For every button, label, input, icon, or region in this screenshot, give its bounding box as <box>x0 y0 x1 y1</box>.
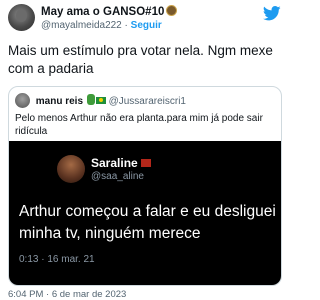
author-name-line[interactable]: May ama o GANSO#10 <box>41 5 178 18</box>
quoted-avatar <box>15 93 30 108</box>
flag-emoji-icon <box>140 159 151 167</box>
brazil-flag-icon <box>95 97 106 104</box>
twitter-bird-icon[interactable] <box>263 6 281 21</box>
tweet-header: May ama o GANSO#10 @mayalmeida222 · Segu… <box>8 4 281 34</box>
author-avatar[interactable] <box>8 4 35 31</box>
media-text-line-1: Arthur começou a falar e eu desliguei <box>19 203 276 220</box>
author-handle-line: @mayalmeida222 · Seguir <box>41 20 162 31</box>
quoted-media[interactable]: Saraline @saa_aline Arthur começou a fal… <box>9 141 281 285</box>
quoted-header: manu reis @Jussarareiscri1 <box>15 93 186 108</box>
tweet-text: Mais um estímulo pra votar nela. Ngm mex… <box>8 43 273 76</box>
media-date: 0:13 · 16 mar. 21 <box>19 254 95 265</box>
media-text-line-2: minha tv, ninguém merece <box>19 225 201 242</box>
quoted-handle: @Jussarareiscri1 <box>108 96 186 107</box>
author-name[interactable]: May ama o GANSO#10 <box>41 6 164 18</box>
media-name-line: Saraline <box>91 156 151 170</box>
media-handle: @saa_aline <box>91 171 144 182</box>
follow-button[interactable]: Seguir <box>131 20 162 31</box>
separator-dot: · <box>124 20 128 31</box>
media-name: Saraline <box>91 156 138 170</box>
quoted-tweet[interactable]: manu reis @Jussarareiscri1 Pelo menos Ar… <box>8 86 282 286</box>
tweet-timestamp[interactable]: 6:04 PM · 6 de mar de 2023 <box>8 289 126 300</box>
media-text: Arthur começou a falar e eu desliguei mi… <box>19 201 281 245</box>
author-handle[interactable]: @mayalmeida222 <box>41 20 122 31</box>
quoted-name: manu reis <box>35 96 84 107</box>
cactus-emoji-icon <box>86 94 95 105</box>
team-badge-icon <box>166 5 178 16</box>
media-avatar <box>57 155 85 183</box>
quoted-text: Pelo menos Arthur não era planta.para mi… <box>15 113 263 137</box>
